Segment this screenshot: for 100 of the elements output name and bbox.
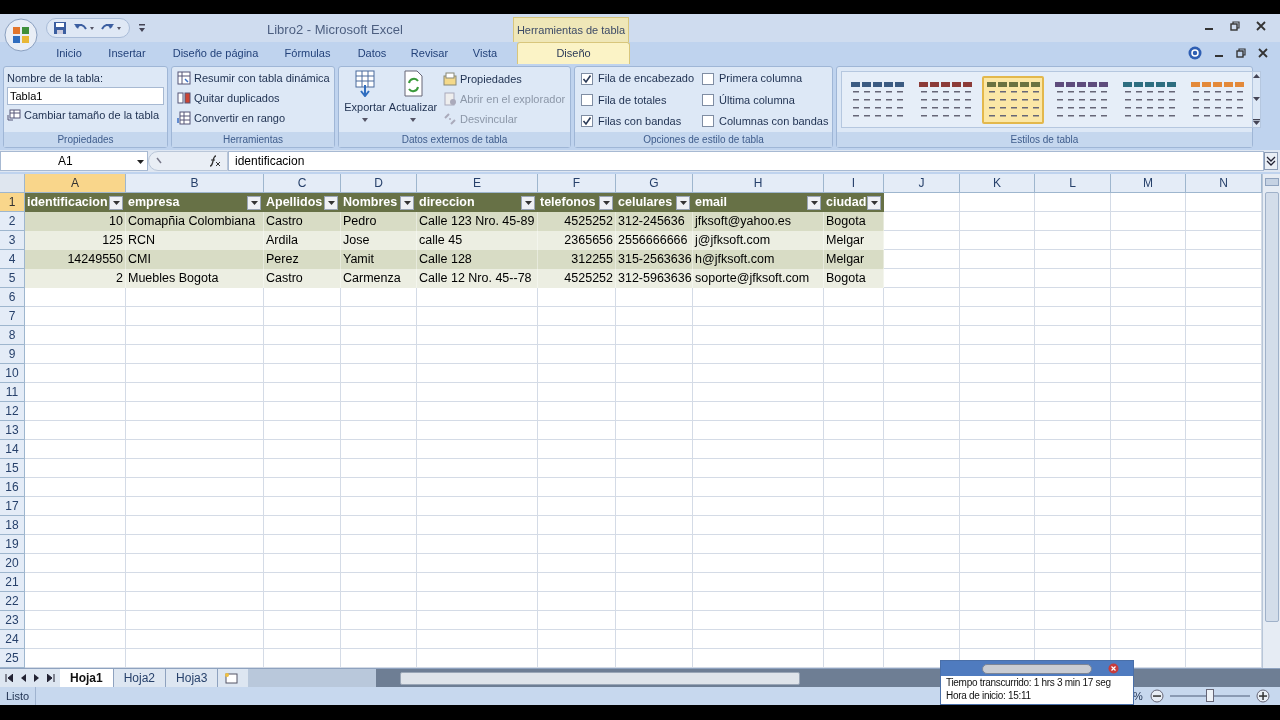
column-header[interactable]: D [341, 174, 417, 193]
empty-cell[interactable] [960, 630, 1035, 649]
empty-cell[interactable] [417, 383, 538, 402]
empty-cell[interactable] [824, 516, 884, 535]
empty-cell[interactable] [1035, 231, 1111, 250]
empty-cell[interactable] [824, 345, 884, 364]
empty-cell[interactable] [417, 307, 538, 326]
empty-cell[interactable] [824, 554, 884, 573]
empty-cell[interactable] [1111, 231, 1186, 250]
empty-cell[interactable] [1111, 535, 1186, 554]
empty-cell[interactable] [616, 440, 693, 459]
empty-cell[interactable] [884, 497, 960, 516]
empty-cell[interactable] [884, 611, 960, 630]
empty-cell[interactable] [824, 421, 884, 440]
empty-cell[interactable] [1035, 592, 1111, 611]
row-header[interactable]: 17 [0, 497, 25, 516]
column-header[interactable]: B [126, 174, 264, 193]
empty-cell[interactable] [616, 402, 693, 421]
empty-cell[interactable] [884, 478, 960, 497]
ribbon-tab[interactable]: Diseño [517, 42, 630, 64]
restore-icon[interactable] [1236, 48, 1246, 58]
ribbon-large-button[interactable]: Exportar [343, 69, 387, 132]
checkbox-option[interactable]: Columnas con bandas [702, 110, 829, 132]
row-header[interactable]: 23 [0, 611, 25, 630]
empty-cell[interactable] [538, 478, 616, 497]
empty-cell[interactable] [538, 288, 616, 307]
empty-cell[interactable] [341, 402, 417, 421]
empty-cell[interactable] [884, 364, 960, 383]
empty-cell[interactable] [1111, 326, 1186, 345]
filter-button[interactable] [599, 195, 613, 210]
empty-cell[interactable] [960, 231, 1035, 250]
empty-cell[interactable] [960, 193, 1035, 212]
column-header[interactable]: J [884, 174, 960, 193]
empty-cell[interactable] [1035, 459, 1111, 478]
empty-cell[interactable] [884, 554, 960, 573]
empty-cell[interactable] [1035, 383, 1111, 402]
more-icon[interactable] [1253, 119, 1260, 125]
empty-cell[interactable] [264, 364, 341, 383]
empty-cell[interactable] [616, 478, 693, 497]
empty-cell[interactable] [126, 440, 264, 459]
empty-cell[interactable] [126, 630, 264, 649]
empty-cell[interactable] [264, 497, 341, 516]
empty-cell[interactable] [417, 345, 538, 364]
empty-cell[interactable] [824, 326, 884, 345]
empty-cell[interactable] [616, 383, 693, 402]
empty-cell[interactable] [264, 516, 341, 535]
empty-cell[interactable] [417, 364, 538, 383]
help-icon[interactable] [1188, 46, 1202, 60]
empty-cell[interactable] [341, 459, 417, 478]
empty-cell[interactable] [538, 383, 616, 402]
empty-cell[interactable] [616, 535, 693, 554]
column-header[interactable]: N [1186, 174, 1262, 193]
row-header[interactable]: 9 [0, 345, 25, 364]
empty-cell[interactable] [824, 307, 884, 326]
empty-cell[interactable] [1035, 288, 1111, 307]
empty-cell[interactable] [960, 573, 1035, 592]
empty-cell[interactable] [693, 497, 824, 516]
row-header[interactable]: 5 [0, 269, 25, 288]
gallery-scroll[interactable] [1253, 71, 1261, 128]
empty-cell[interactable] [1111, 383, 1186, 402]
empty-cell[interactable] [341, 421, 417, 440]
empty-cell[interactable] [538, 307, 616, 326]
row-header[interactable]: 24 [0, 630, 25, 649]
empty-cell[interactable] [1111, 269, 1186, 288]
row-header[interactable]: 14 [0, 440, 25, 459]
empty-cell[interactable] [126, 288, 264, 307]
empty-cell[interactable] [538, 592, 616, 611]
empty-cell[interactable] [960, 611, 1035, 630]
restore-icon[interactable] [1230, 21, 1240, 31]
empty-cell[interactable] [264, 592, 341, 611]
empty-cell[interactable] [341, 440, 417, 459]
empty-cell[interactable] [264, 459, 341, 478]
empty-cell[interactable] [417, 592, 538, 611]
row-header[interactable]: 2 [0, 212, 25, 231]
empty-cell[interactable] [538, 345, 616, 364]
row-header[interactable]: 20 [0, 554, 25, 573]
row-header[interactable]: 13 [0, 421, 25, 440]
ribbon-tab[interactable]: Datos [350, 42, 394, 64]
row-header[interactable]: 15 [0, 459, 25, 478]
empty-cell[interactable] [264, 554, 341, 573]
empty-cell[interactable] [1111, 440, 1186, 459]
empty-cell[interactable] [264, 421, 341, 440]
column-header[interactable]: K [960, 174, 1035, 193]
empty-cell[interactable] [341, 592, 417, 611]
row-header[interactable]: 18 [0, 516, 25, 535]
empty-cell[interactable] [960, 440, 1035, 459]
empty-cell[interactable] [824, 630, 884, 649]
empty-cell[interactable] [126, 573, 264, 592]
ribbon-tab[interactable]: Revisar [405, 42, 454, 64]
empty-cell[interactable] [693, 383, 824, 402]
empty-cell[interactable] [538, 611, 616, 630]
column-header[interactable]: G [616, 174, 693, 193]
empty-cell[interactable] [884, 345, 960, 364]
row-header[interactable]: 1 [0, 193, 25, 212]
empty-cell[interactable] [884, 307, 960, 326]
empty-cell[interactable] [126, 326, 264, 345]
zoom-out-icon[interactable] [1150, 689, 1164, 703]
ribbon-button[interactable]: Resumir con tabla dinámica [177, 68, 329, 88]
empty-cell[interactable] [824, 478, 884, 497]
empty-cell[interactable] [126, 535, 264, 554]
